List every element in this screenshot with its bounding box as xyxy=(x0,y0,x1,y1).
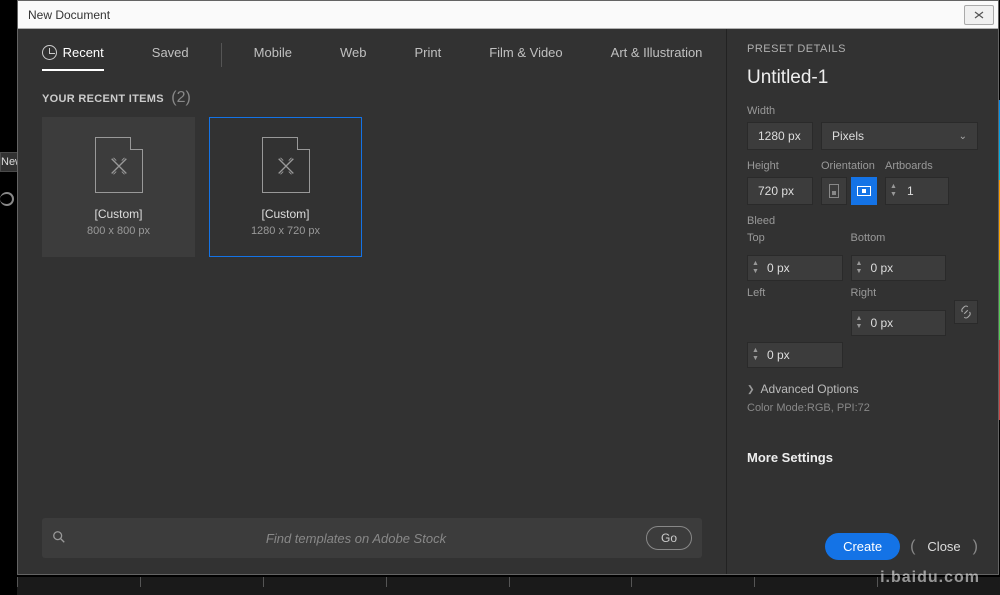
search-bar: Go xyxy=(42,518,702,558)
preset-dimensions: 1280 x 720 px xyxy=(251,225,320,237)
window-title: New Document xyxy=(28,8,110,22)
create-button[interactable]: Create xyxy=(825,533,900,560)
search-icon xyxy=(52,530,66,547)
tab-divider xyxy=(221,43,222,67)
preset-card[interactable]: [Custom] 800 x 800 px xyxy=(42,117,195,257)
close-button[interactable]: Close xyxy=(925,535,962,558)
tab-art-illustration[interactable]: Art & Illustration xyxy=(611,45,703,66)
preset-dimensions: 800 x 800 px xyxy=(87,225,150,237)
template-search-input[interactable] xyxy=(76,531,636,546)
width-input[interactable] xyxy=(747,122,813,150)
bleed-bottom-label: Bottom xyxy=(851,232,947,244)
tab-recent[interactable]: Recent xyxy=(42,45,104,66)
tab-film-video[interactable]: Film & Video xyxy=(489,45,562,66)
bleed-bottom-input[interactable]: ▲▼0 px xyxy=(851,255,947,281)
bg-shape xyxy=(0,192,14,206)
artboards-stepper[interactable]: ▲▼ 1 xyxy=(885,177,949,205)
color-mode-summary: Color Mode:RGB, PPI:72 xyxy=(747,402,978,414)
landscape-icon xyxy=(857,186,871,196)
tab-print[interactable]: Print xyxy=(414,45,441,66)
clock-icon xyxy=(42,45,57,60)
titlebar: New Document xyxy=(18,1,998,29)
preset-name: [Custom] xyxy=(261,207,309,221)
portrait-icon xyxy=(829,184,839,198)
preset-card[interactable]: [Custom] 1280 x 720 px xyxy=(209,117,362,257)
window-close-button[interactable] xyxy=(964,5,994,25)
artboards-label: Artboards xyxy=(885,160,949,172)
bleed-right-label: Right xyxy=(851,287,947,299)
bg-partial-tab: New xyxy=(0,152,17,172)
chevron-right-icon: ❯ xyxy=(747,384,755,395)
tab-saved[interactable]: Saved xyxy=(152,45,189,66)
bleed-left-label: Left xyxy=(747,287,843,299)
orientation-landscape-button[interactable] xyxy=(851,177,877,205)
tab-mobile[interactable]: Mobile xyxy=(254,45,292,66)
width-label: Width xyxy=(747,105,978,117)
advanced-options-toggle[interactable]: ❯ Advanced Options xyxy=(747,382,978,396)
bleed-left-input[interactable]: ▲▼0 px xyxy=(851,310,947,336)
unit-select[interactable]: Pixels ⌄ xyxy=(821,122,978,150)
bleed-label: Bleed xyxy=(747,215,978,227)
new-document-dialog: New Document Recent Saved Mobile Web Pri… xyxy=(17,0,999,575)
search-go-button[interactable]: Go xyxy=(646,526,692,550)
document-name[interactable]: Untitled-1 xyxy=(747,67,978,89)
more-settings-button[interactable]: More Settings xyxy=(747,450,978,465)
preset-grid: [Custom] 800 x 800 px [Custom] 1280 x 72… xyxy=(18,117,726,257)
recent-items-heading: YOUR RECENT ITEMS xyxy=(42,93,164,105)
document-icon xyxy=(262,137,310,193)
step-up-icon[interactable]: ▲ xyxy=(890,183,897,191)
recent-items-count: (2) xyxy=(171,89,191,106)
tab-web[interactable]: Web xyxy=(340,45,367,66)
bleed-top-input[interactable]: ▲▼0 px xyxy=(747,255,843,281)
chevron-down-icon: ⌄ xyxy=(959,131,967,142)
bleed-right-input[interactable]: ▲▼0 px xyxy=(747,342,843,368)
document-icon xyxy=(95,137,143,193)
link-bleed-button[interactable] xyxy=(954,300,978,324)
height-input[interactable] xyxy=(747,177,813,205)
bg-ruler xyxy=(17,577,1000,595)
step-down-icon[interactable]: ▼ xyxy=(890,191,897,199)
preset-details-heading: PRESET DETAILS xyxy=(747,43,978,55)
category-tabs: Recent Saved Mobile Web Print Film & Vid… xyxy=(18,29,726,77)
link-icon xyxy=(959,305,973,319)
preset-name: [Custom] xyxy=(94,207,142,221)
orientation-portrait-button[interactable] xyxy=(821,177,847,205)
bleed-top-label: Top xyxy=(747,232,843,244)
height-label: Height xyxy=(747,160,813,172)
orientation-label: Orientation xyxy=(821,160,877,172)
